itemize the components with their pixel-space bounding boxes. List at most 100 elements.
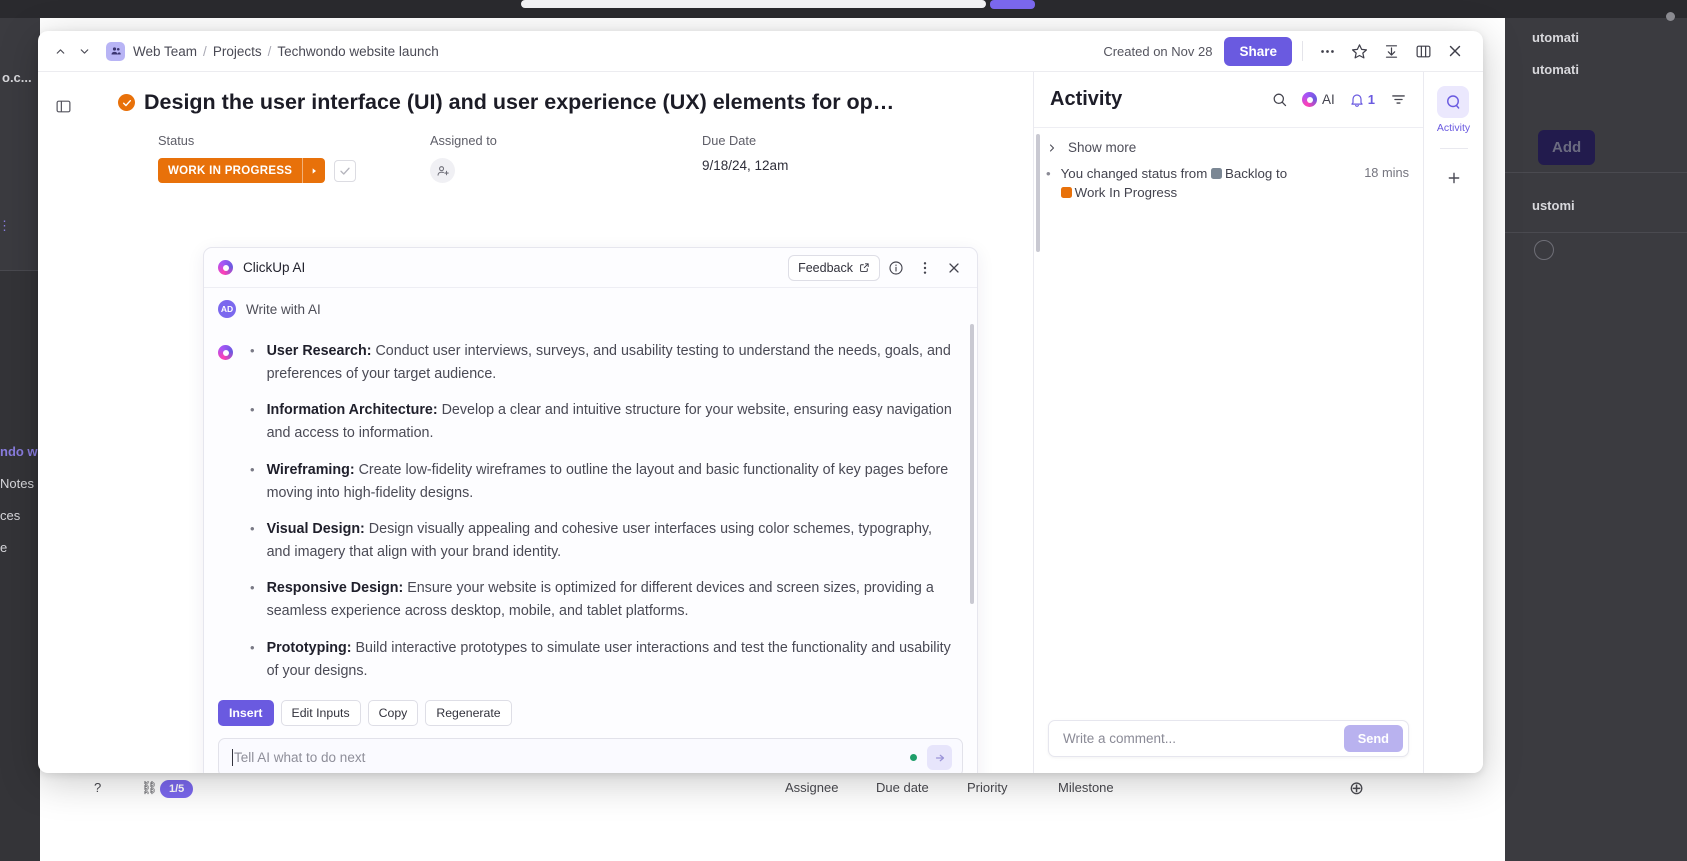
activity-scrollbar[interactable] <box>1036 134 1040 252</box>
external-link-icon <box>859 262 870 273</box>
background-item-misc: e <box>0 540 7 555</box>
notifications-button[interactable]: 1 <box>1345 89 1379 111</box>
ai-action-buttons: Insert Edit Inputs CopyRegenerate <box>204 694 977 738</box>
info-icon[interactable] <box>883 255 909 281</box>
add-panel-button[interactable] <box>1439 163 1469 193</box>
background-right-panel <box>1505 18 1687 861</box>
sidebar-toggle-icon[interactable] <box>50 93 76 119</box>
page-title[interactable]: Design the user interface (UI) and user … <box>144 90 894 115</box>
breadcrumb-workspace[interactable]: Web Team <box>133 44 197 59</box>
field-duedate: Due Date 9/18/24, 12am <box>702 133 788 183</box>
bullet-text: Prototyping: Build interactive prototype… <box>267 637 955 683</box>
background-right-divider-2 <box>1505 232 1687 233</box>
ai-send-button[interactable] <box>927 745 952 770</box>
filter-icon[interactable] <box>1385 87 1411 113</box>
list-item: •User Research: Conduct user interviews,… <box>250 340 955 386</box>
bullet-text: User Research: Conduct user interviews, … <box>267 340 955 386</box>
feedback-label: Feedback <box>798 261 853 275</box>
background-progress-badge: 1/5 <box>160 780 193 798</box>
bullet-term: Responsive Design: <box>267 580 404 596</box>
activity-header: Activity AI 1 <box>1034 72 1423 128</box>
breadcrumb-separator-2: / <box>268 44 272 59</box>
add-assignee-icon[interactable] <box>430 158 455 183</box>
comment-input[interactable]: Write a comment... Send <box>1048 720 1409 757</box>
bullet-term: User Research: <box>267 343 372 359</box>
activity-entry-middle: to <box>1276 166 1287 181</box>
activity-entry-to: Work In Progress <box>1075 185 1177 200</box>
team-icon <box>106 42 125 61</box>
activity-panel: Activity AI 1 <box>1033 72 1423 773</box>
send-comment-button[interactable]: Send <box>1344 725 1403 752</box>
bullet-icon: • <box>250 399 255 445</box>
bullet-text: Responsive Design: Ensure your website i… <box>267 577 955 623</box>
task-fields-row: Status WORK IN PROGRESS <box>38 119 1033 183</box>
field-status: Status WORK IN PROGRESS <box>158 133 430 183</box>
field-duedate-value[interactable]: 9/18/24, 12am <box>702 158 788 173</box>
ai-card-header: ClickUp AI Feedback <box>204 248 977 288</box>
previous-task-button[interactable] <box>48 39 72 63</box>
bullet-text: Wireframing: Create low-fidelity wirefra… <box>267 459 955 505</box>
background-item-project: ndo w <box>0 444 38 459</box>
next-task-button[interactable] <box>72 39 96 63</box>
ai-prompt-input[interactable]: Tell AI what to do next <box>218 738 963 773</box>
background-right-heading: utomati <box>1532 62 1579 77</box>
list-item: • Prototyping: Build interactive prototyp… <box>250 637 955 683</box>
background-add-button: Add <box>1538 130 1595 165</box>
insert-button[interactable]: Insert <box>218 700 274 726</box>
bullet-term: Wireframing: <box>267 462 355 478</box>
show-more-button[interactable]: Show more <box>1046 140 1409 164</box>
edit-inputs-button[interactable]: Edit Inputs <box>281 700 361 726</box>
feedback-button[interactable]: Feedback <box>788 255 880 281</box>
search-icon[interactable] <box>1266 87 1292 113</box>
activity-icon <box>1437 86 1469 118</box>
ai-card-close-icon[interactable] <box>941 255 967 281</box>
ai-prompt-row: AD Write with AI <box>204 288 977 326</box>
regenerate-button[interactable]: Regenerate <box>425 700 511 726</box>
copy-button[interactable]: Copy <box>368 700 419 726</box>
bullet-icon: • <box>250 637 255 683</box>
avatar: AD <box>218 300 236 318</box>
task-detail-modal: Web Team / Projects / Techwondo website … <box>38 31 1483 773</box>
browser-action-pill <box>990 0 1035 9</box>
background-col-milestone: Milestone <box>1058 780 1114 795</box>
ai-scrollbar[interactable] <box>970 324 974 604</box>
list-item: • Responsive Design: Ensure your website … <box>250 577 955 623</box>
notification-count: 1 <box>1368 92 1375 107</box>
more-horizontal-icon[interactable] <box>1313 37 1341 65</box>
share-button[interactable]: Share <box>1224 37 1292 66</box>
created-date: Created on Nov 28 <box>1103 44 1212 59</box>
status-control: WORK IN PROGRESS <box>158 158 430 183</box>
list-item: •Wireframing: Create low-fidelity wirefr… <box>250 459 955 505</box>
task-status-check-icon[interactable] <box>118 94 135 111</box>
ai-response-scroll: AD Write with AI •User Research: Conduct… <box>204 288 977 694</box>
close-icon[interactable] <box>1441 37 1469 65</box>
field-assignee: Assigned to <box>430 133 702 183</box>
bullet-body: Design visually appealing and cohesive u… <box>267 521 932 560</box>
rail-item-activity[interactable]: Activity <box>1437 86 1470 134</box>
status-swatch-wip <box>1061 187 1072 198</box>
bullet-icon: • <box>250 577 255 623</box>
more-vertical-icon[interactable] <box>912 255 938 281</box>
background-circle-icon <box>1534 240 1554 260</box>
task-title-wrap: Design the user interface (UI) and user … <box>118 90 894 115</box>
background-sidebar-dots: ⋮ <box>0 218 11 234</box>
status-badge[interactable]: WORK IN PROGRESS <box>158 158 325 183</box>
star-icon[interactable] <box>1345 37 1373 65</box>
activity-ai-button[interactable]: AI <box>1298 89 1339 110</box>
ai-card-title: ClickUp AI <box>243 260 305 275</box>
download-icon[interactable] <box>1377 37 1405 65</box>
activity-timestamp: 18 mins <box>1364 164 1409 203</box>
background-plus-icon: ⊕ <box>1349 778 1364 799</box>
chevron-right-icon <box>1046 142 1058 154</box>
field-assignee-label: Assigned to <box>430 133 702 148</box>
ai-sparkle-icon <box>1302 92 1317 107</box>
list-item: • You changed status from Backlog to Wor… <box>1046 164 1409 203</box>
browser-menu-dot <box>1666 12 1675 21</box>
mark-complete-checkbox[interactable] <box>334 160 356 182</box>
layout-icon[interactable] <box>1409 37 1437 65</box>
activity-entry-from: Backlog <box>1225 166 1272 181</box>
rail-item-activity-label: Activity <box>1437 122 1470 134</box>
bullet-text: Visual Design: Design visually appealing… <box>267 518 955 564</box>
breadcrumb-folder[interactable]: Projects <box>213 44 262 59</box>
breadcrumb-list[interactable]: Techwondo website launch <box>277 44 438 59</box>
